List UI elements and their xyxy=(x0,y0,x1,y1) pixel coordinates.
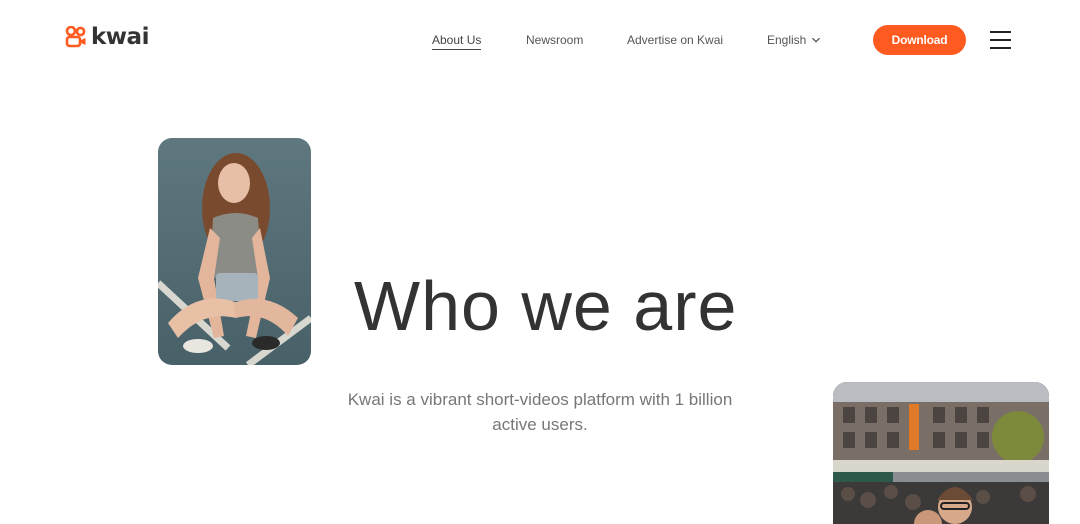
chevron-down-icon xyxy=(812,37,821,43)
hero-description: Kwai is a vibrant short-videos platform … xyxy=(347,390,733,434)
site-header: kwai About Us Newsroom Advertise on Kwai… xyxy=(0,0,1080,80)
hero-photo-girl xyxy=(158,138,311,365)
hero-title: Who we are xyxy=(354,267,738,345)
language-label: English xyxy=(767,33,807,47)
download-button[interactable]: Download xyxy=(873,25,966,55)
language-selector[interactable]: English xyxy=(767,33,821,47)
page: kwai About Us Newsroom Advertise on Kwai… xyxy=(0,0,1080,524)
nav-newsroom[interactable]: Newsroom xyxy=(526,33,583,47)
hero-photo-street xyxy=(833,382,1049,524)
nav-about-us-label: About Us xyxy=(432,33,482,50)
nav-advertise[interactable]: Advertise on Kwai xyxy=(627,33,723,47)
nav-about-us[interactable]: About Us xyxy=(432,33,482,50)
hamburger-menu-icon[interactable] xyxy=(990,31,1012,49)
